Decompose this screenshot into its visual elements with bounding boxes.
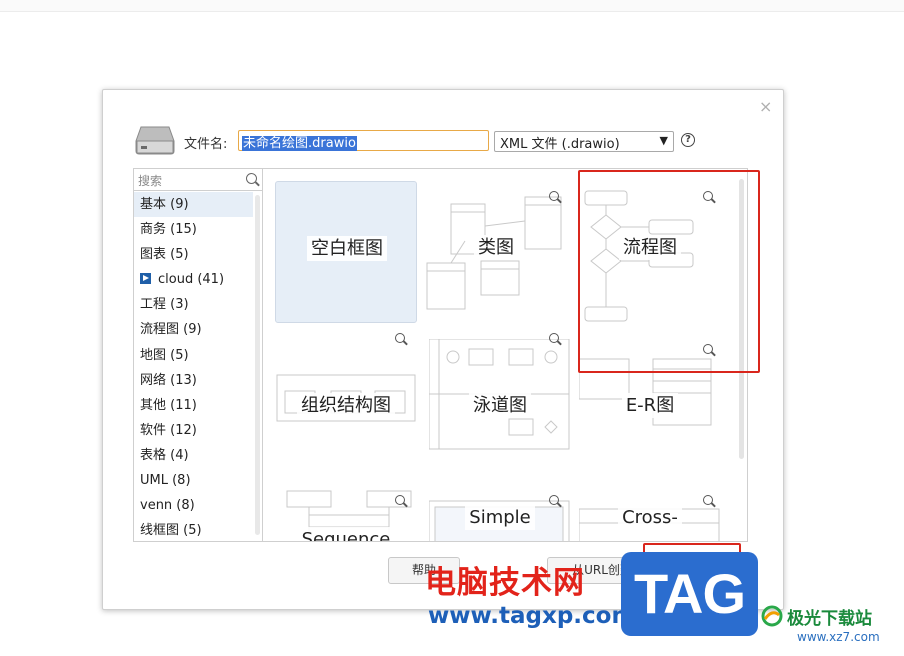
zoom-icon[interactable] bbox=[703, 495, 713, 505]
search-icon[interactable] bbox=[246, 173, 257, 184]
template-label: Cross- bbox=[579, 505, 721, 530]
watermark-site-url: www.xz7.com bbox=[797, 630, 880, 644]
search-placeholder: 搜索 bbox=[138, 174, 163, 188]
zoom-icon[interactable] bbox=[549, 191, 559, 201]
zoom-icon[interactable] bbox=[395, 495, 405, 505]
template-label: 泳道图 bbox=[429, 391, 571, 418]
template-label: Sequence bbox=[275, 527, 417, 541]
category-wireframes[interactable]: 线框图 (5) bbox=[134, 518, 253, 541]
category-flowcharts[interactable]: 流程图 (9) bbox=[134, 317, 253, 342]
watermark-url: www.tagxp.com bbox=[428, 603, 636, 629]
zoom-icon[interactable] bbox=[395, 333, 405, 343]
category-network[interactable]: 网络 (13) bbox=[134, 368, 253, 393]
filename-input[interactable]: 未命名绘图.drawio bbox=[238, 130, 489, 151]
help-icon[interactable]: ? bbox=[681, 133, 695, 147]
category-list: 基本 (9) 商务 (15) 图表 (5) cloud (41) 工程 (3) … bbox=[134, 192, 253, 541]
watermark-swirl-logo bbox=[761, 605, 783, 627]
filename-value: 未命名绘图.drawio bbox=[242, 136, 357, 151]
sidebar-scrollbar[interactable] bbox=[255, 195, 260, 535]
flowchart-highlight-box bbox=[578, 170, 760, 373]
category-basic[interactable]: 基本 (9) bbox=[134, 192, 253, 218]
category-cloud-label: cloud (41) bbox=[158, 272, 225, 288]
template-blank[interactable]: 空白框图 bbox=[275, 181, 417, 323]
category-maps[interactable]: 地图 (5) bbox=[134, 343, 253, 368]
close-icon[interactable]: × bbox=[759, 98, 772, 116]
template-simple[interactable]: Simple bbox=[429, 487, 571, 541]
zoom-icon[interactable] bbox=[549, 333, 559, 343]
category-software[interactable]: 软件 (12) bbox=[134, 418, 253, 443]
expand-arrow-icon[interactable] bbox=[140, 273, 151, 285]
template-swimlane[interactable]: 泳道图 bbox=[429, 333, 571, 481]
category-uml[interactable]: UML (8) bbox=[134, 468, 253, 493]
template-label: E-R图 bbox=[579, 391, 721, 418]
template-sequence[interactable]: Sequence bbox=[275, 487, 417, 541]
watermark-text: 电脑技术网 bbox=[425, 565, 585, 601]
template-class-diagram[interactable]: 类图 bbox=[425, 181, 567, 323]
template-cross-functional[interactable]: Cross- bbox=[579, 487, 721, 541]
watermark-tag-logo: TAG bbox=[621, 552, 758, 636]
category-other[interactable]: 其他 (11) bbox=[134, 393, 253, 418]
format-selected-value: XML 文件 (.drawio) bbox=[500, 137, 620, 152]
template-label: 类图 bbox=[425, 233, 567, 260]
search-input[interactable]: 搜索 bbox=[134, 169, 262, 191]
category-cloud[interactable]: cloud (41) bbox=[134, 267, 253, 292]
template-label: 空白框图 bbox=[276, 234, 418, 261]
category-business[interactable]: 商务 (15) bbox=[134, 217, 253, 242]
drive-icon bbox=[135, 126, 175, 155]
app-top-bar bbox=[0, 0, 904, 12]
filename-label: 文件名: bbox=[184, 137, 228, 152]
category-sidebar: 搜索 基本 (9) 商务 (15) 图表 (5) cloud (41) 工程 (… bbox=[133, 168, 263, 542]
chevron-down-icon: ▼ bbox=[659, 134, 668, 147]
zoom-icon[interactable] bbox=[549, 495, 559, 505]
category-charts[interactable]: 图表 (5) bbox=[134, 242, 253, 267]
template-org-chart[interactable]: 组织结构图 bbox=[275, 333, 417, 481]
template-label: 组织结构图 bbox=[275, 391, 417, 418]
category-tables[interactable]: 表格 (4) bbox=[134, 443, 253, 468]
watermark-site-name: 极光下载站 bbox=[787, 609, 872, 629]
format-select[interactable]: XML 文件 (.drawio) ▼ bbox=[494, 131, 674, 152]
category-engineering[interactable]: 工程 (3) bbox=[134, 292, 253, 317]
category-venn[interactable]: venn (8) bbox=[134, 493, 253, 518]
template-label: Simple bbox=[429, 505, 571, 530]
